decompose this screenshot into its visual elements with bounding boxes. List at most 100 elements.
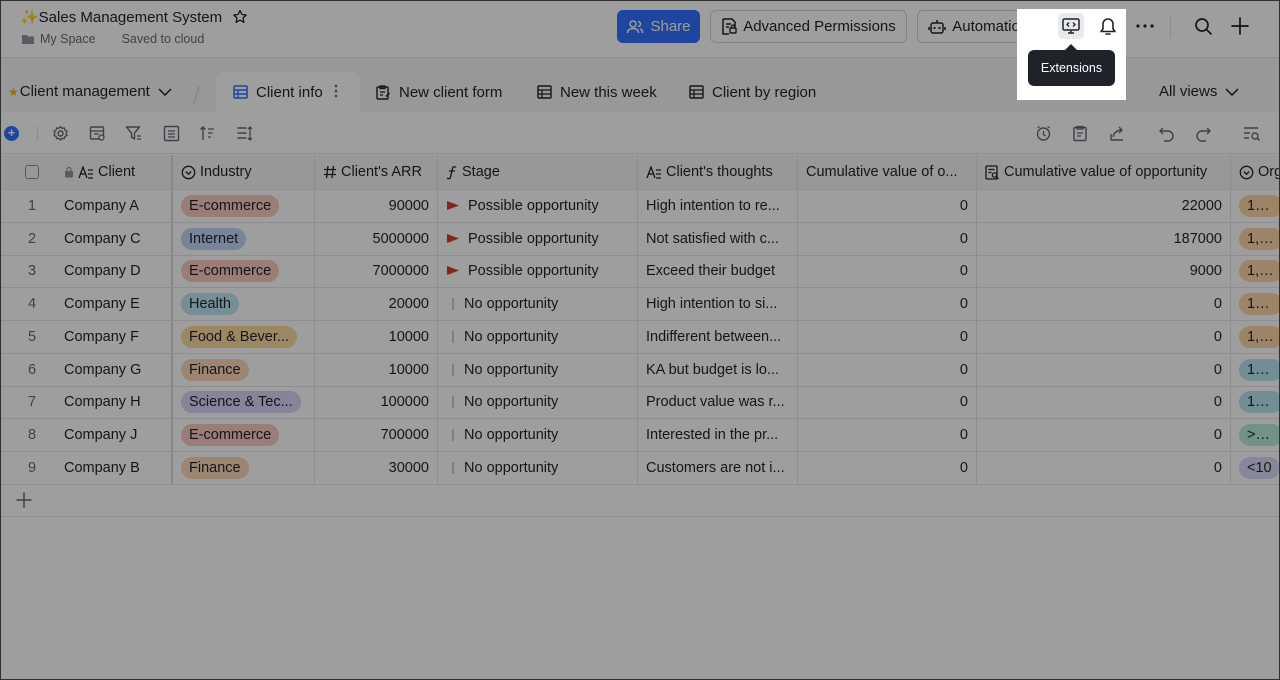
row-number[interactable]: 1: [0, 190, 64, 222]
cell-stage[interactable]: Possible opportunity: [438, 190, 638, 222]
cell-industry[interactable]: Finance: [173, 451, 315, 484]
settings-icon[interactable]: [51, 124, 69, 142]
cell-client[interactable]: Company F: [64, 320, 173, 353]
cell-org[interactable]: 100-: [1231, 386, 1280, 418]
app-title-text[interactable]: ✨Sales Management System: [20, 8, 222, 26]
cell-cumulative-1[interactable]: 0: [798, 222, 977, 255]
row-number[interactable]: 5: [0, 321, 64, 353]
notifications-button-highlighted[interactable]: [1095, 13, 1121, 39]
cell-cumulative-1[interactable]: 0: [798, 288, 977, 321]
cell-industry[interactable]: Health: [173, 288, 315, 321]
table-row[interactable]: 7 Company H Science & Tec... 100000 No oppor…: [0, 386, 1280, 420]
select-all-checkbox[interactable]: [25, 165, 39, 179]
cell-arr[interactable]: 30000: [315, 451, 438, 484]
field-settings-icon[interactable]: [88, 124, 106, 142]
cell-client[interactable]: Company G: [64, 353, 173, 386]
cell-arr[interactable]: 7000000: [315, 255, 438, 288]
filter-icon[interactable]: [124, 124, 142, 142]
cell-org[interactable]: 100-: [1231, 354, 1280, 386]
table-row[interactable]: 4 Company E Health 20000 No opportunity High …: [0, 288, 1280, 322]
cell-cumulative-2[interactable]: 0: [977, 288, 1231, 321]
cell-client[interactable]: Company J: [64, 418, 173, 451]
cell-industry[interactable]: Finance: [173, 353, 315, 386]
share-view-icon[interactable]: [1108, 124, 1126, 142]
cell-industry[interactable]: Food & Bever...: [173, 320, 315, 353]
share-button[interactable]: Share: [617, 10, 700, 43]
table-selector[interactable]: ★ Client management: [8, 83, 172, 100]
cell-cumulative-1[interactable]: 0: [798, 451, 977, 484]
cell-client[interactable]: Company C: [64, 222, 173, 255]
search-button[interactable]: [1190, 13, 1216, 39]
cell-arr[interactable]: 90000: [315, 190, 438, 222]
cell-cumulative-1[interactable]: 0: [798, 190, 977, 222]
cell-stage[interactable]: Possible opportunity: [438, 222, 638, 255]
cell-industry[interactable]: E-commerce: [173, 418, 315, 451]
cell-org[interactable]: 10-10: [1231, 190, 1280, 222]
cell-cumulative-2[interactable]: 0: [977, 451, 1231, 484]
cell-arr[interactable]: 20000: [315, 288, 438, 321]
tab-client-info[interactable]: Client info: [216, 72, 360, 112]
cell-arr[interactable]: 100000: [315, 386, 438, 419]
cell-org[interactable]: <10: [1231, 452, 1280, 484]
cell-client[interactable]: Company D: [64, 255, 173, 288]
cell-cumulative-2[interactable]: 9000: [977, 255, 1231, 288]
reminder-clock-icon[interactable]: [1034, 124, 1052, 142]
more-button[interactable]: [1132, 13, 1158, 39]
cell-thoughts[interactable]: Customers are not i...: [638, 451, 798, 484]
cell-thoughts[interactable]: Indifferent between...: [638, 320, 798, 353]
cell-org[interactable]: >10,0: [1231, 419, 1280, 451]
cell-org[interactable]: 1,000: [1231, 223, 1280, 255]
column-header-industry[interactable]: Industry: [173, 155, 315, 189]
row-number[interactable]: 8: [0, 419, 64, 451]
cell-cumulative-1[interactable]: 0: [798, 353, 977, 386]
cell-org[interactable]: 1,000: [1231, 321, 1280, 353]
table-row[interactable]: 5 Company F Food & Bever... 10000 No opportu…: [0, 320, 1280, 354]
cell-arr[interactable]: 5000000: [315, 222, 438, 255]
cell-industry[interactable]: E-commerce: [173, 190, 315, 222]
row-number[interactable]: 6: [0, 354, 64, 386]
cell-client[interactable]: Company B: [64, 451, 173, 484]
cell-org[interactable]: 10-10: [1231, 288, 1280, 320]
cell-cumulative-1[interactable]: 0: [798, 255, 977, 288]
cell-cumulative-1[interactable]: 0: [798, 386, 977, 419]
row-number[interactable]: 3: [0, 255, 64, 287]
cell-thoughts[interactable]: Interested in the pr...: [638, 418, 798, 451]
cell-industry[interactable]: Internet: [173, 222, 315, 255]
cell-cumulative-2[interactable]: 0: [977, 386, 1231, 419]
table-row[interactable]: 9 Company B Finance 30000 No opportunity Cust…: [0, 451, 1280, 485]
cell-cumulative-2[interactable]: 187000: [977, 222, 1231, 255]
tab-options-icon[interactable]: [334, 84, 338, 98]
cell-arr[interactable]: 700000: [315, 418, 438, 451]
sort-icon[interactable]: [198, 124, 216, 142]
add-row-icon[interactable]: [16, 492, 32, 508]
group-icon[interactable]: [162, 124, 180, 142]
extensions-button[interactable]: [1058, 13, 1084, 39]
tab-client-by-region[interactable]: Client by region: [689, 72, 816, 112]
cell-cumulative-2[interactable]: 0: [977, 418, 1231, 451]
add-record-icon[interactable]: +: [4, 126, 19, 141]
cell-client[interactable]: Company A: [64, 190, 173, 222]
select-all-cell[interactable]: [0, 155, 64, 189]
table-row[interactable]: 6 Company G Finance 10000 No opportunity KA b…: [0, 353, 1280, 387]
cell-stage[interactable]: No opportunity: [438, 451, 638, 484]
cell-client[interactable]: Company H: [64, 386, 173, 419]
column-header-client[interactable]: Client: [64, 155, 173, 189]
undo-icon[interactable]: [1157, 124, 1175, 142]
cell-stage[interactable]: No opportunity: [438, 386, 638, 419]
cell-thoughts[interactable]: Product value was r...: [638, 386, 798, 419]
cell-stage[interactable]: Possible opportunity: [438, 255, 638, 288]
cell-stage[interactable]: No opportunity: [438, 320, 638, 353]
cell-arr[interactable]: 10000: [315, 320, 438, 353]
table-row[interactable]: 2 Company C Internet 5000000 Possible opport…: [0, 222, 1280, 256]
favorite-star-icon[interactable]: [232, 9, 248, 25]
row-number[interactable]: 7: [0, 386, 64, 418]
cell-arr[interactable]: 10000: [315, 353, 438, 386]
row-number[interactable]: 4: [0, 288, 64, 320]
tab-new-client-form[interactable]: New client form: [376, 72, 502, 112]
column-header-org[interactable]: Org: [1231, 155, 1280, 189]
column-header-arr[interactable]: Client's ARR: [315, 155, 438, 189]
cell-cumulative-2[interactable]: 22000: [977, 190, 1231, 222]
cell-cumulative-2[interactable]: 0: [977, 353, 1231, 386]
cell-stage[interactable]: No opportunity: [438, 353, 638, 386]
cell-industry[interactable]: E-commerce: [173, 255, 315, 288]
